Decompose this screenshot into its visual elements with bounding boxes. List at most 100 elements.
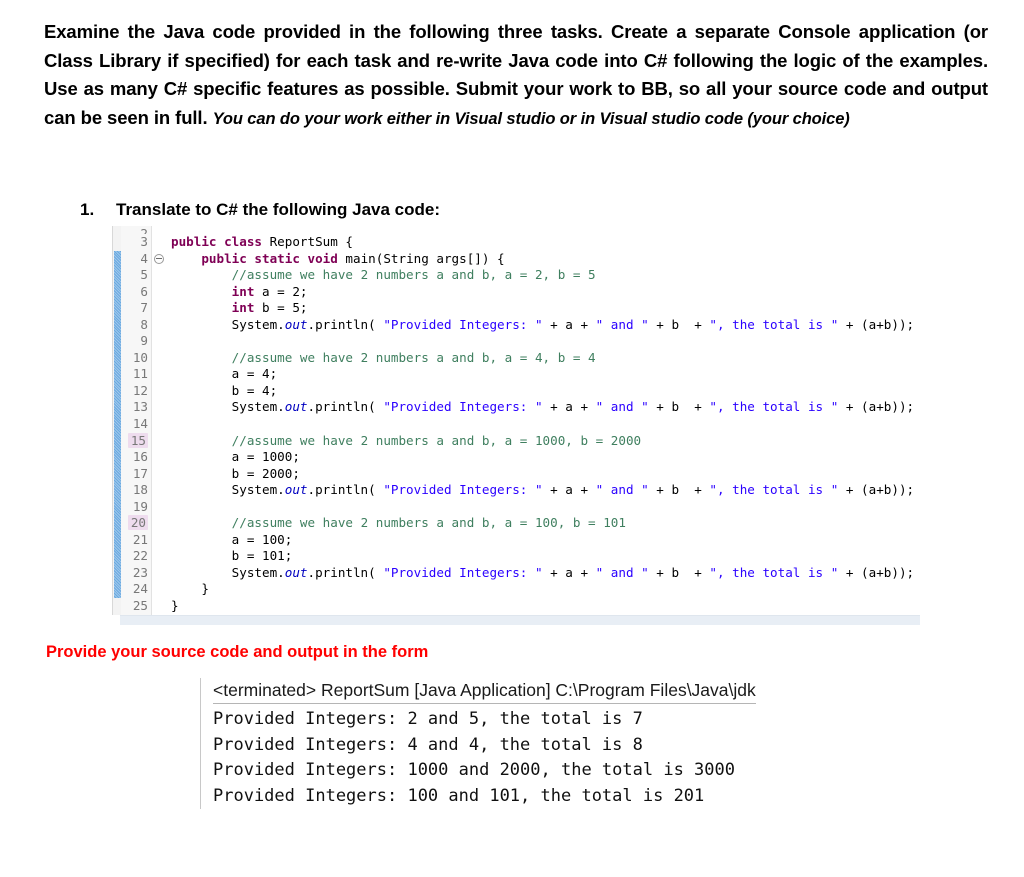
code-line-11: a = 4; [171, 366, 920, 383]
line-number-4: 4 [121, 251, 164, 268]
line-number-15: 15 [121, 432, 151, 450]
line-number-13: 13 [132, 399, 148, 415]
code-token-plain: b = 4; [171, 382, 278, 398]
editor-body: 2 3 4 5 6 7 8 9 10 11 12 13 14 15 16 17 18 19 20 21 22 23 24 25… [112, 226, 920, 615]
code-token-str: ", the total is " [709, 316, 839, 332]
code-line-3: public class ReportSum { [171, 234, 920, 251]
line-number-17: 17 [132, 465, 148, 481]
code-line-22: b = 101; [171, 548, 920, 565]
intro-italic-text: You can do your work either in Visual st… [212, 109, 850, 128]
code-token-plain: + (a+b)); [838, 399, 915, 415]
java-code-editor: 2 3 4 5 6 7 8 9 10 11 12 13 14 15 16 17 18 19 20 21 22 23 24 25… [112, 226, 920, 625]
console-output-lines: Provided Integers: 2 and 5, the total is… [213, 707, 873, 809]
code-folding-column [152, 226, 167, 615]
code-token-plain: .println( [307, 564, 384, 580]
code-token-plain: a = 100; [171, 531, 293, 547]
code-token-str: "Provided Integers: " [383, 399, 543, 415]
line-number-10: 10 [132, 349, 148, 365]
code-token-cmt: //assume we have 2 numbers a and b, a = … [231, 267, 596, 283]
code-line-15: //assume we have 2 numbers a and b, a = … [171, 433, 920, 450]
code-token-plain: main(String args[]) { [337, 250, 505, 266]
code-line-25: } [171, 598, 920, 615]
code-token-plain: System. [171, 399, 285, 415]
line-number-20: 20 [121, 515, 151, 532]
code-line-18: System.out.println( "Provided Integers: … [171, 482, 920, 499]
code-token-str: " and " [595, 399, 649, 415]
code-token-plain: } [171, 598, 179, 614]
code-token-plain: .println( [307, 399, 384, 415]
line-number-7: 7 [140, 300, 148, 316]
code-token-plain: a = 4; [171, 366, 278, 382]
code-token-plain: .println( [307, 316, 384, 332]
code-token-plain: a = 1000; [171, 449, 300, 465]
code-token-kw: int [231, 300, 255, 316]
code-token-plain: + a + [542, 564, 596, 580]
red-instruction-note: Provide your source code and output in t… [46, 643, 429, 661]
code-token-plain: } [171, 581, 209, 597]
code-token-plain: + b + [648, 399, 710, 415]
console-line: Provided Integers: 100 and 101, the tota… [213, 785, 705, 806]
code-line-17: b = 2000; [171, 466, 920, 483]
console-output-panel: <terminated> ReportSum [Java Application… [200, 678, 873, 809]
code-token-fld: out [284, 564, 308, 580]
code-token-plain: + a + [542, 482, 596, 498]
task-list: 1. Translate to C# the following Java co… [80, 200, 960, 220]
task-list-item-1: 1. Translate to C# the following Java co… [80, 200, 960, 220]
code-token-kw: public static void [201, 250, 338, 266]
line-number-25: 25 [132, 598, 148, 614]
code-token-cmt: //assume we have 2 numbers a and b, a = … [231, 349, 596, 365]
line-number-24: 24 [132, 581, 148, 597]
code-token-plain: a = 2; [254, 283, 308, 299]
code-token-plain: + b + [648, 482, 710, 498]
line-number-21: 21 [132, 531, 148, 547]
task-label: Translate to C# the following Java code: [116, 200, 441, 219]
code-token-str: "Provided Integers: " [383, 316, 543, 332]
line-number-19: 19 [132, 498, 148, 514]
console-header-line: <terminated> ReportSum [Java Application… [213, 678, 756, 704]
code-token-str: ", the total is " [709, 564, 839, 580]
code-line-20: //assume we have 2 numbers a and b, a = … [171, 515, 920, 532]
code-token-str: "Provided Integers: " [383, 482, 543, 498]
line-number-5: 5 [140, 267, 148, 283]
line-number-9: 9 [140, 333, 148, 349]
code-token-plain: + (a+b)); [838, 482, 915, 498]
code-token-plain: System. [171, 482, 285, 498]
code-line-12: b = 4; [171, 383, 920, 400]
console-line: Provided Integers: 2 and 5, the total is… [213, 709, 643, 729]
code-token-str: ", the total is " [709, 399, 839, 415]
code-token-kw: public class [171, 234, 262, 249]
code-token-plain: + (a+b)); [838, 316, 915, 332]
code-line-8: System.out.println( "Provided Integers: … [171, 317, 920, 334]
intro-paragraph: Examine the Java code provided in the fo… [44, 18, 988, 133]
code-line-13: System.out.println( "Provided Integers: … [171, 399, 920, 416]
code-token-plain: b = 5; [254, 300, 308, 316]
console-line: Provided Integers: 4 and 4, the total is… [213, 734, 643, 755]
code-token-plain: .println( [307, 482, 384, 498]
code-token-str: " and " [595, 482, 649, 498]
quick-diff-change-bar [114, 250, 121, 599]
code-line-23: System.out.println( "Provided Integers: … [171, 565, 920, 582]
line-number-12: 12 [132, 382, 148, 398]
code-token-str: " and " [595, 316, 649, 332]
code-token-cmt: //assume we have 2 numbers a and b, a = … [231, 515, 626, 531]
code-fold-collapse-icon[interactable] [154, 253, 164, 264]
code-token-str: " and " [595, 564, 649, 580]
editor-horizontal-scrollbar[interactable] [120, 614, 920, 625]
line-number-18: 18 [132, 482, 148, 498]
line-number-14: 14 [132, 416, 148, 432]
editor-change-marker-column [112, 226, 121, 615]
code-token-plain: b = 2000; [171, 465, 300, 481]
line-number-8: 8 [140, 316, 148, 332]
code-token-plain: b = 101; [171, 548, 293, 564]
code-text-area[interactable]: public class ReportSum { public static v… [167, 226, 920, 615]
